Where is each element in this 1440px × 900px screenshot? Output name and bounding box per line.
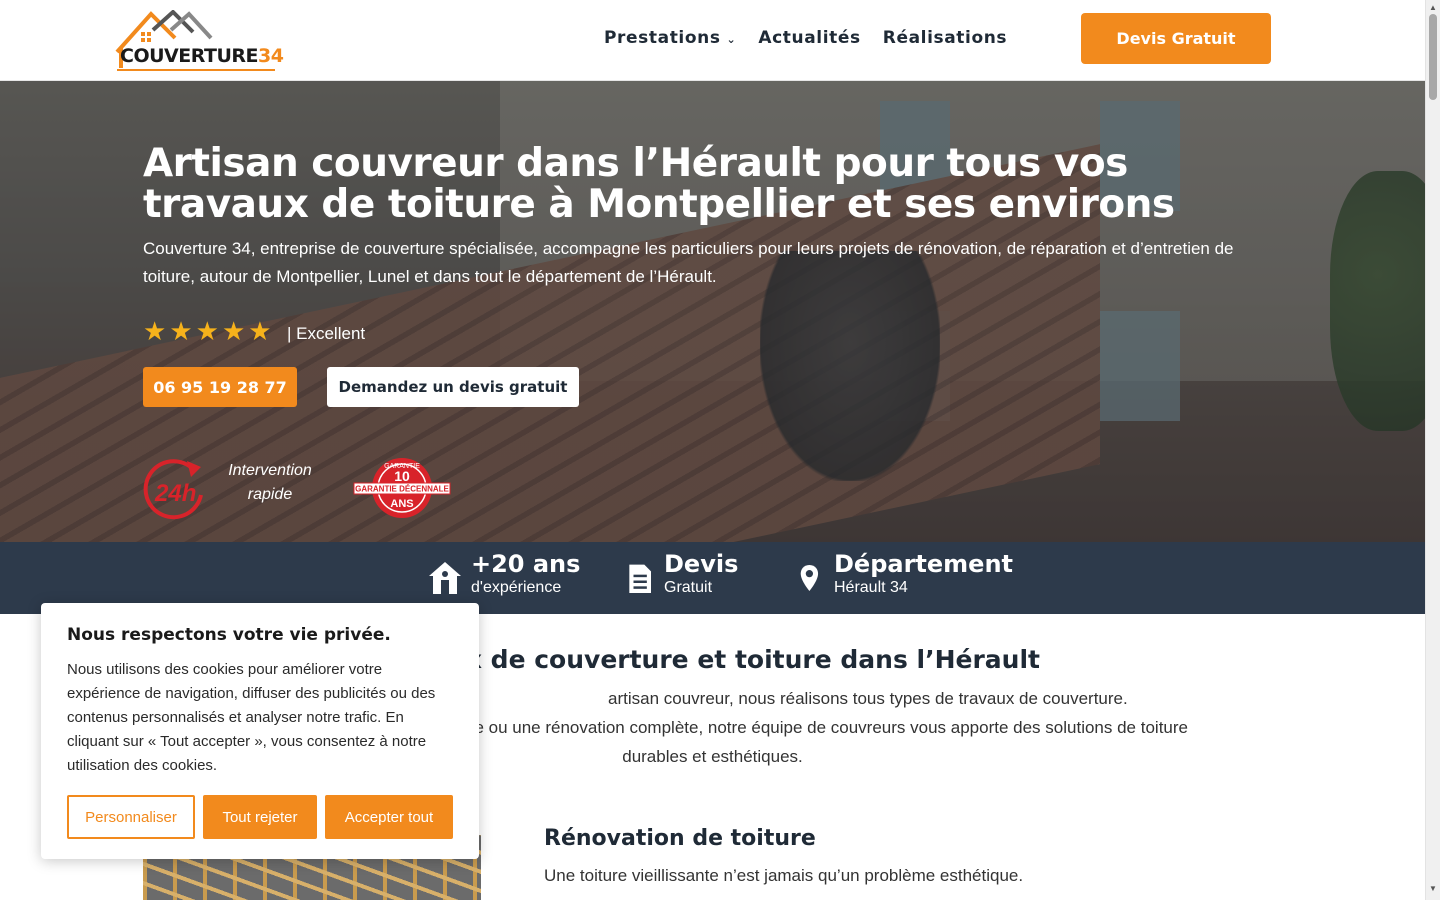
devis-gratuit-button[interactable]: Devis Gratuit	[1081, 13, 1271, 64]
accept-all-button[interactable]: Accepter tout	[325, 795, 453, 839]
stat-subtitle: Gratuit	[664, 579, 713, 596]
scroll-down-icon[interactable]: ▼	[1429, 884, 1437, 893]
stat-title: +20 ans	[471, 550, 581, 578]
star-icon: ★	[169, 316, 193, 346]
rating-stars: ★ ★ ★ ★ ★	[143, 318, 272, 344]
svg-text:10: 10	[394, 468, 410, 484]
section-text-line: uelle ou une rénovation complète, notre …	[448, 718, 1188, 737]
24h-badge: 24h	[141, 457, 205, 523]
customize-cookies-button[interactable]: Personnaliser	[67, 795, 195, 839]
scroll-up-icon[interactable]: ▲	[1429, 3, 1437, 12]
svg-text:24h: 24h	[154, 480, 196, 507]
logo[interactable]: COUVERTURE34	[113, 10, 284, 72]
star-icon: ★	[143, 316, 167, 346]
nav-item-realisations[interactable]: Réalisations	[883, 28, 1007, 48]
section-text-line: artisan couvreur, nous réalisons tous ty…	[608, 689, 1128, 708]
scrollbar[interactable]: ▲ ▼	[1425, 0, 1440, 900]
24h-clock-icon: 24h	[143, 459, 203, 520]
nav-item-label: Réalisations	[882, 28, 1008, 48]
nav-item-prestations[interactable]: Prestations ⌄	[604, 28, 736, 48]
stat-title: Département	[834, 550, 1014, 578]
garantie-decennale-badge: GARANTIE 10 GARANTIE DÉCENNALE ANS	[352, 457, 452, 519]
stat-subtitle: Hérault 34	[834, 579, 908, 596]
logo-text: COUVERTURE34	[120, 45, 284, 67]
services-section-title: ux de couverture et toiture dans l’Hérau…	[448, 645, 1040, 674]
nav-item-label: Actualités	[758, 28, 861, 48]
logo-underline	[117, 69, 275, 71]
cookie-text: Nous utilisons des cookies pour améliore…	[67, 661, 436, 774]
reject-all-button[interactable]: Tout rejeter	[203, 795, 317, 839]
garantie-seal-icon: GARANTIE 10 GARANTIE DÉCENNALE ANS	[353, 458, 451, 518]
star-icon: ★	[195, 316, 219, 346]
scroll-thumb[interactable]	[1429, 14, 1437, 100]
nav-item-label: Prestations	[604, 28, 721, 48]
svg-text:ANS: ANS	[390, 498, 413, 510]
cookie-consent-panel: Nous respectons votre vie privée. Nous u…	[41, 603, 479, 859]
stat-experience: +20 ans d'expérience	[427, 550, 580, 598]
stat-devis: Devis Gratuit	[626, 550, 738, 598]
renovation-title: Rénovation de toiture	[544, 826, 816, 851]
house-icon	[429, 562, 461, 594]
hero-title: Artisan couvreur dans l’Hérault pour tou…	[143, 141, 1175, 227]
stat-subtitle: d'expérience	[471, 579, 562, 596]
cookie-title: Nous respectons votre vie privée.	[67, 625, 391, 645]
intervention-rapide-text: Intervention rapide	[228, 462, 312, 503]
chevron-down-icon: ⌄	[726, 33, 737, 46]
phone-button[interactable]: 06 95 19 28 77	[143, 367, 297, 407]
star-icon: ★	[221, 316, 246, 346]
site-header: COUVERTURE34 Prestations ⌄ Actualités Ré…	[0, 0, 1425, 81]
svg-text:GARANTIE DÉCENNALE: GARANTIE DÉCENNALE	[355, 485, 449, 494]
request-quote-button[interactable]: Demandez un devis gratuit	[327, 367, 579, 407]
nav-item-actualites[interactable]: Actualités	[758, 28, 860, 48]
renovation-text: Une toiture vieillissante n’est jamais q…	[544, 866, 1024, 885]
hero-section: Artisan couvreur dans l’Hérault pour tou…	[0, 81, 1425, 542]
hero-subtitle: Couverture 34, entreprise de couverture …	[143, 239, 1234, 286]
location-pin-icon	[800, 565, 819, 591]
rating-label: | Excellent	[287, 324, 366, 343]
star-icon: ★	[248, 316, 272, 346]
main-nav: Prestations ⌄ Actualités Réalisations	[604, 28, 1007, 48]
stat-departement: Département Hérault 34	[800, 550, 1013, 598]
stat-title: Devis	[664, 550, 739, 578]
document-icon	[629, 564, 651, 593]
